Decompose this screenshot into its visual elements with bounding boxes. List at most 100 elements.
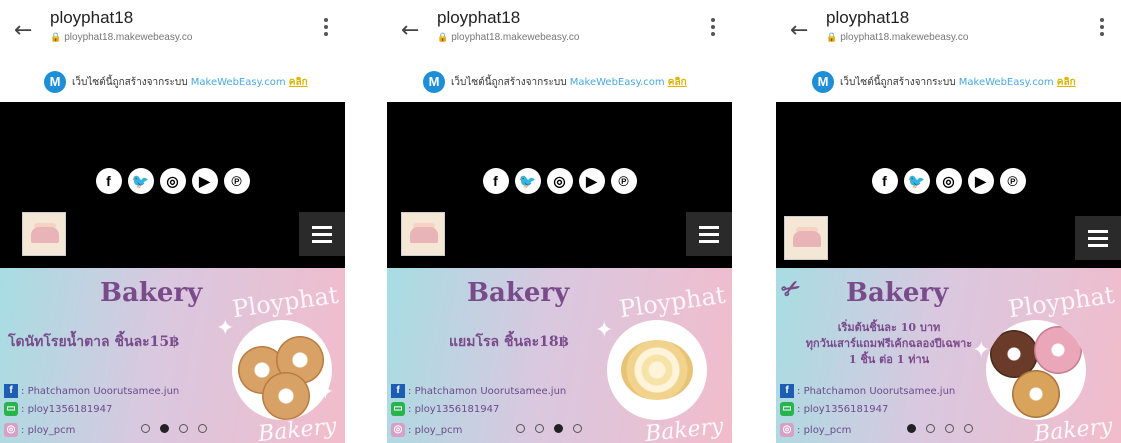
back-arrow-icon[interactable]: ← <box>790 18 808 43</box>
site-url-text: ployphat18.makewebeasy.co <box>451 32 580 43</box>
product-image-donuts <box>232 320 332 420</box>
social-links: f 🐦 ◎ ▶ ℗ <box>776 168 1121 194</box>
contact-facebook: f: Phatchamon Uoorutsamee.jun <box>4 384 179 398</box>
watermark-ployphat: Ployphat <box>1006 280 1117 324</box>
instagram-icon: ◎ <box>4 423 18 437</box>
promo-banner[interactable]: ✂ Bakery Ployphat เริ่มต้นชิ้นละ 10 บาท … <box>776 268 1121 443</box>
slider-dot-active[interactable] <box>160 424 169 433</box>
facebook-icon: f <box>4 384 18 398</box>
makewebeasy-notice: M เว็บไซต์นี้ถูกสร้างจากระบบ MakeWebEasy… <box>776 62 1121 102</box>
contact-instagram: ◎: ploy_pcm <box>391 423 462 437</box>
slider-dots <box>136 418 212 437</box>
site-url-text: ployphat18.makewebeasy.co <box>64 32 193 43</box>
slider-dots <box>511 418 587 437</box>
hamburger-menu-icon[interactable] <box>299 212 345 256</box>
promo-banner[interactable]: Bakery Ployphat โดนัทโรยน้ำตาล ชิ้นละ15฿… <box>0 268 345 443</box>
more-vertical-icon[interactable] <box>323 18 329 38</box>
slider-dot[interactable] <box>945 424 954 433</box>
line-icon: ▭ <box>4 402 18 416</box>
contact-line: ▭: ploy1356181947 <box>391 402 499 416</box>
line-icon: ▭ <box>391 402 405 416</box>
instagram-icon: ◎ <box>780 423 794 437</box>
slider-dot[interactable] <box>198 424 207 433</box>
contact-facebook: f: Phatchamon Uoorutsamee.jun <box>780 384 955 398</box>
twitter-icon[interactable]: 🐦 <box>514 168 541 194</box>
promo-text: โดนัทโรยน้ำตาล ชิ้นละ15฿ <box>8 334 179 350</box>
slider-dot-active[interactable] <box>554 424 563 433</box>
slider-dot[interactable] <box>535 424 544 433</box>
hamburger-menu-icon[interactable] <box>1075 216 1121 260</box>
phone-screenshot-2: ← ployphat18 🔒 ployphat18.makewebeasy.co … <box>387 0 732 443</box>
instagram-icon[interactable]: ◎ <box>546 168 573 194</box>
sparkle-icon: ✦ <box>316 380 335 405</box>
more-vertical-icon[interactable] <box>1099 18 1105 38</box>
promo-line: 1 ชิ้น ต่อ 1 ท่าน <box>848 353 930 366</box>
notice-text: เว็บไซต์นี้ถูกสร้างจากระบบ MakeWebEasy.c… <box>840 77 1076 88</box>
banner-title: Bakery <box>467 278 570 308</box>
site-url-text: ployphat18.makewebeasy.co <box>840 32 969 43</box>
banner-title: Bakery <box>846 278 949 308</box>
back-arrow-icon[interactable]: ← <box>401 18 419 43</box>
contact-instagram: ◎: ploy_pcm <box>780 423 851 437</box>
site-title: ployphat18 <box>826 8 910 27</box>
sparkle-icon: ✦ <box>595 318 614 343</box>
promo-line: ทุกวันเสาร์แถมฟรีเค้กฉลองปีเฉพาะ <box>805 337 973 350</box>
browser-header: ← ployphat18 🔒 ployphat18.makewebeasy.co <box>0 0 345 62</box>
click-link[interactable]: คลิก <box>289 77 308 88</box>
pinterest-icon[interactable]: ℗ <box>223 168 250 194</box>
site-logo[interactable] <box>401 212 445 256</box>
instagram-icon: ◎ <box>391 423 405 437</box>
instagram-icon[interactable]: ◎ <box>159 168 186 194</box>
phone-screenshot-1: ← ployphat18 🔒 ployphat18.makewebeasy.co … <box>0 0 345 443</box>
hamburger-menu-icon[interactable] <box>686 212 732 256</box>
slider-dot[interactable] <box>179 424 188 433</box>
slider-dot[interactable] <box>964 424 973 433</box>
back-arrow-icon[interactable]: ← <box>14 18 32 43</box>
decoration-icon: ✂ <box>776 273 806 305</box>
makewebeasy-logo: M <box>812 71 834 93</box>
phone-screenshot-3: ← ployphat18 🔒 ployphat18.makewebeasy.co … <box>776 0 1121 443</box>
makewebeasy-notice: M เว็บไซต์นี้ถูกสร้างจากระบบ MakeWebEasy… <box>0 62 345 102</box>
instagram-icon[interactable]: ◎ <box>935 168 962 194</box>
slider-dots <box>902 418 978 437</box>
pinterest-icon[interactable]: ℗ <box>610 168 637 194</box>
makewebeasy-logo: M <box>423 71 445 93</box>
lock-icon: 🔒 <box>826 32 838 42</box>
contact-instagram: ◎: ploy_pcm <box>4 423 75 437</box>
contact-line: ▭: ploy1356181947 <box>4 402 112 416</box>
slider-dot[interactable] <box>516 424 525 433</box>
makewebeasy-link[interactable]: MakeWebEasy.com <box>570 77 665 88</box>
pinterest-icon[interactable]: ℗ <box>999 168 1026 194</box>
click-link[interactable]: คลิก <box>668 77 687 88</box>
twitter-icon[interactable]: 🐦 <box>903 168 930 194</box>
watermark-ployphat: Ployphat <box>230 280 341 324</box>
facebook-icon: f <box>780 384 794 398</box>
slider-dot[interactable] <box>926 424 935 433</box>
facebook-icon[interactable]: f <box>482 168 509 194</box>
youtube-icon[interactable]: ▶ <box>967 168 994 194</box>
contact-facebook: f: Phatchamon Uoorutsamee.jun <box>391 384 566 398</box>
slider-dot-active[interactable] <box>907 424 916 433</box>
line-icon: ▭ <box>780 402 794 416</box>
social-links: f 🐦 ◎ ▶ ℗ <box>387 168 732 194</box>
more-vertical-icon[interactable] <box>710 18 716 38</box>
facebook-icon[interactable]: f <box>871 168 898 194</box>
site-logo[interactable] <box>784 216 828 260</box>
slider-dot[interactable] <box>573 424 582 433</box>
promo-banner[interactable]: Bakery Ployphat แยมโรล ชิ้นละ18฿ ✦ f: Ph… <box>387 268 732 443</box>
youtube-icon[interactable]: ▶ <box>578 168 605 194</box>
facebook-icon[interactable]: f <box>95 168 122 194</box>
notice-text: เว็บไซต์นี้ถูกสร้างจากระบบ MakeWebEasy.c… <box>451 77 687 88</box>
makewebeasy-link[interactable]: MakeWebEasy.com <box>959 77 1054 88</box>
twitter-icon[interactable]: 🐦 <box>127 168 154 194</box>
youtube-icon[interactable]: ▶ <box>191 168 218 194</box>
makewebeasy-link[interactable]: MakeWebEasy.com <box>191 77 286 88</box>
hero-header: f 🐦 ◎ ▶ ℗ <box>387 102 732 268</box>
lock-icon: 🔒 <box>437 32 449 42</box>
lock-icon: 🔒 <box>50 32 62 42</box>
site-url: 🔒 ployphat18.makewebeasy.co <box>437 32 579 43</box>
slider-dot[interactable] <box>141 424 150 433</box>
site-logo[interactable] <box>22 212 66 256</box>
click-link[interactable]: คลิก <box>1057 77 1076 88</box>
makewebeasy-notice: M เว็บไซต์นี้ถูกสร้างจากระบบ MakeWebEasy… <box>387 62 732 102</box>
